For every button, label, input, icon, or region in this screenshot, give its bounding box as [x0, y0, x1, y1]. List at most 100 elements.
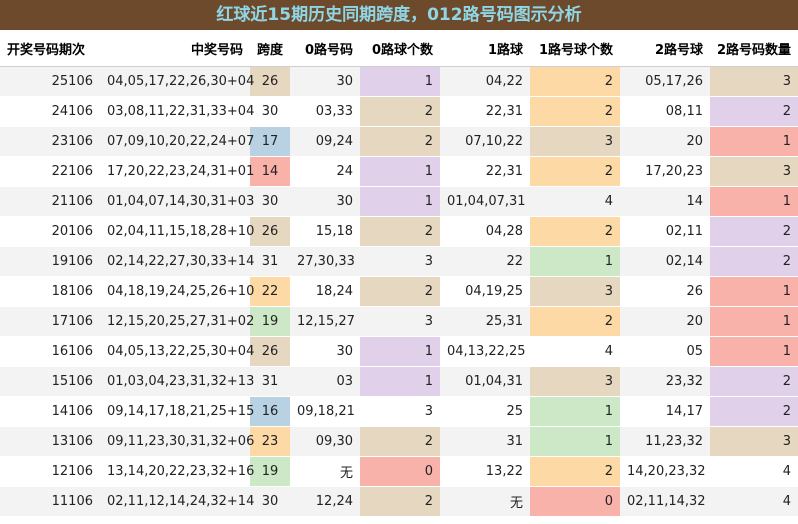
route0-numbers-cell: 24 — [290, 156, 360, 187]
route1-count-cell: 1 — [530, 246, 620, 277]
table-row: 11106 02,11,12,14,24,32+14 30 12,24 2 无 0 02,11… — [0, 486, 798, 517]
route2-numbers-cell: 05 — [620, 336, 710, 367]
header-period: 开奖号码期次 — [0, 30, 100, 67]
route1-numbers-cell: 04,22 — [440, 66, 530, 97]
winning-numbers-cell: 01,04,07,14,30,31+03 — [100, 186, 254, 217]
table-row: 17106 12,15,20,25,27,31+02 19 12,15,27 3 25,3… — [0, 306, 798, 337]
route2-numbers-cell: 23,32 — [620, 366, 710, 397]
span-cell: 17 — [250, 126, 290, 157]
period-cell: 13106 — [0, 426, 100, 457]
route1-numbers-cell: 04,19,25 — [440, 276, 530, 307]
table-row: 22106 17,20,22,23,24,31+01 14 24 1 22,31 2 17,2… — [0, 156, 798, 187]
span-cell: 30 — [250, 486, 290, 517]
period-cell: 21106 — [0, 186, 100, 217]
table-row: 16106 04,05,13,22,25,30+04 26 30 1 04,13,22,2… — [0, 336, 798, 367]
period-cell: 17106 — [0, 306, 100, 337]
route2-count-cell: 4 — [710, 486, 798, 517]
route1-count-cell: 1 — [530, 396, 620, 427]
route1-numbers-cell: 04,28 — [440, 216, 530, 247]
period-cell: 11106 — [0, 486, 100, 517]
winning-numbers-cell: 13,14,20,22,23,32+16 — [100, 456, 254, 487]
route2-count-cell: 2 — [710, 396, 798, 427]
route1-numbers-cell: 22 — [440, 246, 530, 277]
span-cell: 19 — [250, 456, 290, 487]
route0-count-cell: 3 — [360, 396, 440, 427]
route2-numbers-cell: 14 — [620, 186, 710, 217]
route2-count-cell: 3 — [710, 156, 798, 187]
route1-count-cell: 2 — [530, 96, 620, 127]
route1-numbers-cell: 04,13,22,25 — [440, 336, 530, 367]
route1-numbers-cell: 07,10,22 — [440, 126, 530, 157]
route0-numbers-cell: 30 — [290, 186, 360, 217]
winning-numbers-cell: 09,14,17,18,21,25+15 — [100, 396, 254, 427]
span-cell: 30 — [250, 186, 290, 217]
route2-numbers-cell: 11,23,32 — [620, 426, 710, 457]
route1-count-cell: 0 — [530, 486, 620, 517]
span-cell: 16 — [250, 396, 290, 427]
route0-count-cell: 2 — [360, 426, 440, 457]
header-route0-count: 0路球个数 — [360, 30, 440, 67]
route2-numbers-cell: 20 — [620, 306, 710, 337]
route2-numbers-cell: 02,11,14,32 — [620, 486, 710, 517]
route0-count-cell: 2 — [360, 96, 440, 127]
table-title: 红球近15期历史同期跨度，012路号码图示分析 — [0, 0, 798, 30]
route1-numbers-cell: 13,22 — [440, 456, 530, 487]
period-cell: 16106 — [0, 336, 100, 367]
route0-numbers-cell: 09,24 — [290, 126, 360, 157]
period-cell: 24106 — [0, 96, 100, 127]
period-cell: 12106 — [0, 456, 100, 487]
period-cell: 19106 — [0, 246, 100, 277]
route1-count-cell: 4 — [530, 336, 620, 367]
route1-numbers-cell: 25,31 — [440, 306, 530, 337]
route2-numbers-cell: 02,14 — [620, 246, 710, 277]
span-cell: 19 — [250, 306, 290, 337]
table-row: 12106 13,14,20,22,23,32+16 19 无 0 13,22 2 14,20… — [0, 456, 798, 487]
header-route2-numbers: 2路号球 — [620, 30, 710, 67]
header-numbers: 中奖号码 — [100, 30, 250, 67]
route2-count-cell: 2 — [710, 246, 798, 277]
route0-numbers-cell: 27,30,33 — [290, 246, 360, 277]
route1-count-cell: 3 — [530, 276, 620, 307]
period-cell: 22106 — [0, 156, 100, 187]
table-row: 24106 03,08,11,22,31,33+04 30 03,33 2 22,31 2 0… — [0, 96, 798, 127]
table-row: 21106 01,04,07,14,30,31+03 30 30 1 01,04,07,3… — [0, 186, 798, 217]
route0-count-cell: 1 — [360, 186, 440, 217]
table-row: 19106 02,14,22,27,30,33+14 31 27,30,33 3 22 1 0… — [0, 246, 798, 277]
span-cell: 14 — [250, 156, 290, 187]
table-row: 23106 07,09,10,20,22,24+07 17 09,24 2 07,10,2… — [0, 126, 798, 157]
table-row: 25106 04,05,17,22,26,30+04 26 30 1 04,22 2 05,1… — [0, 66, 798, 97]
winning-numbers-cell: 12,15,20,25,27,31+02 — [100, 306, 254, 337]
route2-count-cell: 1 — [710, 276, 798, 307]
route1-count-cell: 2 — [530, 66, 620, 97]
span-analysis-table: 开奖号码期次 中奖号码 跨度 0路号码 0路球个数 1路球 1路号球个数 2路号… — [0, 30, 798, 517]
route0-numbers-cell: 15,18 — [290, 216, 360, 247]
table-row: 20106 02,04,11,15,18,28+10 26 15,18 2 04,28 2 0… — [0, 216, 798, 247]
winning-numbers-cell: 02,11,12,14,24,32+14 — [100, 486, 254, 517]
route2-numbers-cell: 17,20,23 — [620, 156, 710, 187]
route0-numbers-cell: 无 — [290, 456, 360, 487]
route1-numbers-cell: 25 — [440, 396, 530, 427]
winning-numbers-cell: 09,11,23,30,31,32+06 — [100, 426, 254, 457]
route0-count-cell: 2 — [360, 276, 440, 307]
route1-numbers-cell: 31 — [440, 426, 530, 457]
header-route1-count: 1路号球个数 — [530, 30, 620, 67]
header-route2-count: 2路号码数量 — [710, 30, 798, 67]
route0-numbers-cell: 12,24 — [290, 486, 360, 517]
header-span: 跨度 — [250, 30, 290, 67]
header-row: 开奖号码期次 中奖号码 跨度 0路号码 0路球个数 1路球 1路号球个数 2路号… — [0, 30, 798, 67]
route2-count-cell: 1 — [710, 126, 798, 157]
route2-count-cell: 2 — [710, 216, 798, 247]
route0-numbers-cell: 03,33 — [290, 96, 360, 127]
winning-numbers-cell: 02,04,11,15,18,28+10 — [100, 216, 254, 247]
route0-numbers-cell: 18,24 — [290, 276, 360, 307]
route1-numbers-cell: 22,31 — [440, 156, 530, 187]
route0-numbers-cell: 30 — [290, 66, 360, 97]
period-cell: 20106 — [0, 216, 100, 247]
winning-numbers-cell: 17,20,22,23,24,31+01 — [100, 156, 254, 187]
route2-numbers-cell: 05,17,26 — [620, 66, 710, 97]
route2-numbers-cell: 14,17 — [620, 396, 710, 427]
route2-numbers-cell: 14,20,23,32 — [620, 456, 710, 487]
route1-numbers-cell: 无 — [440, 486, 530, 517]
route2-count-cell: 2 — [710, 366, 798, 397]
header-route1-numbers: 1路球 — [440, 30, 530, 67]
